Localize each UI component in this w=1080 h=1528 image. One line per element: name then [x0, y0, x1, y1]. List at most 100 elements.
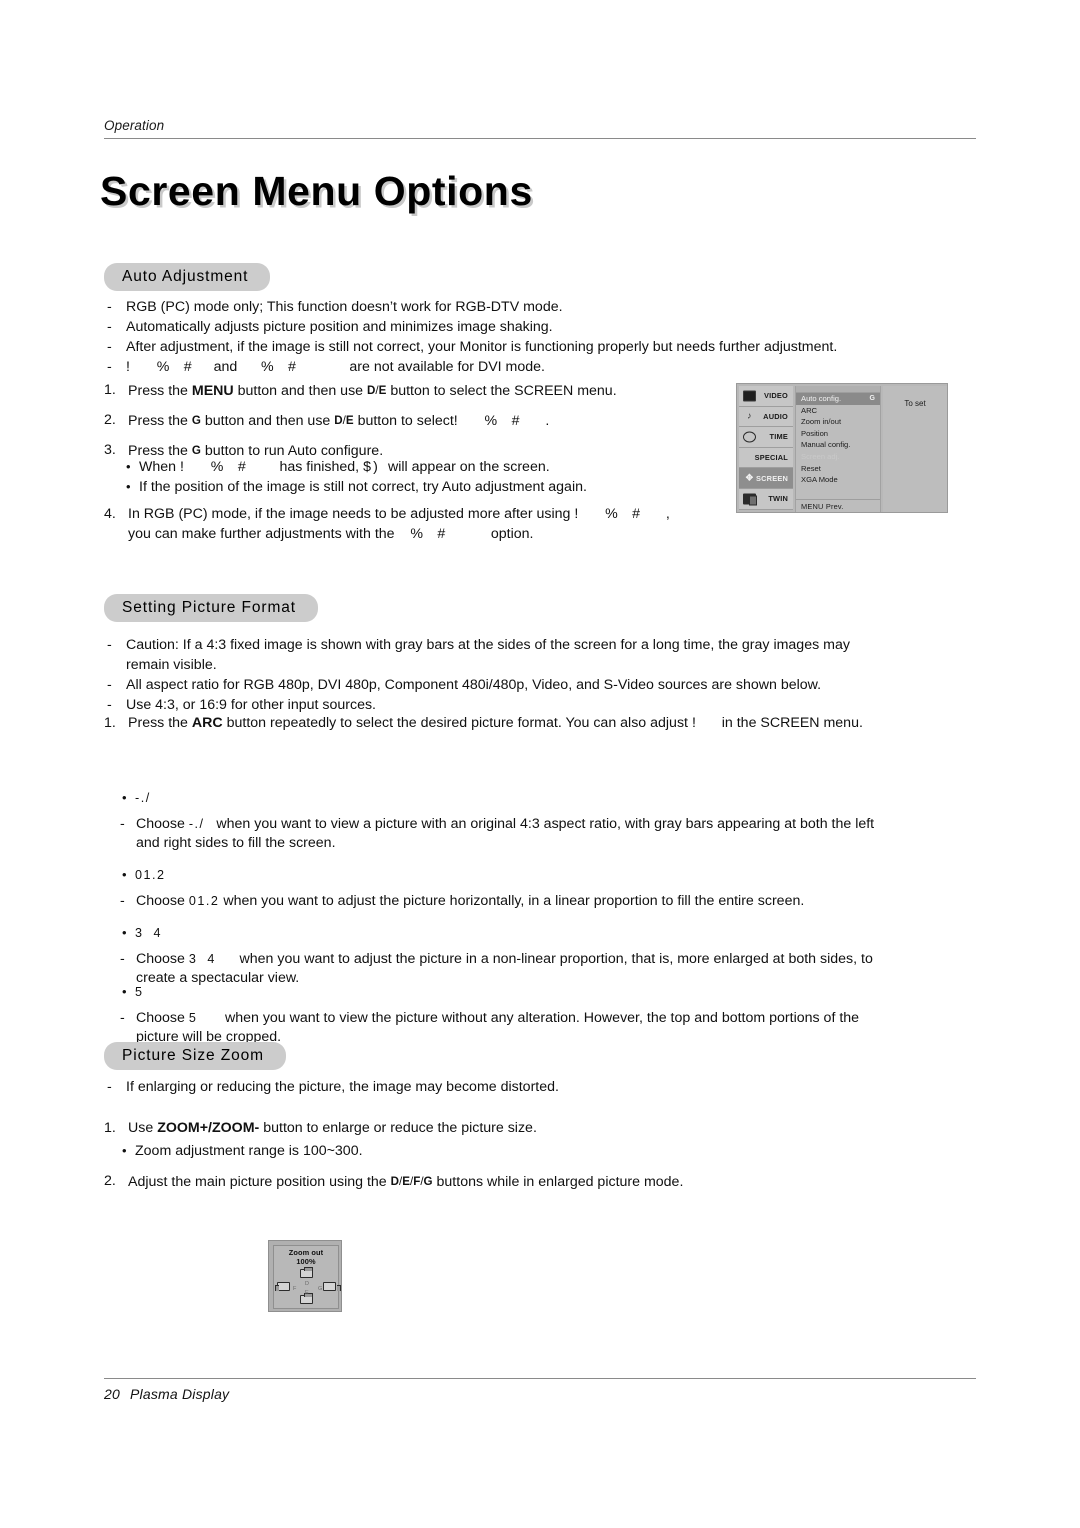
list-item: 1. Press the MENU button and then use D/…: [104, 382, 617, 399]
missing-glyph: 01.2: [188, 893, 220, 908]
dash-marker: -: [107, 339, 112, 356]
pad-glyph-g: G: [318, 1286, 323, 1292]
osd-item-label: Reset: [801, 463, 821, 473]
time-icon: [743, 431, 756, 443]
format-description: - Choose -./ when you want to view a pic…: [120, 815, 875, 852]
missing-glyph: ! % #: [574, 506, 643, 522]
picture-format-step1: 1. Press the ARC button repeatedly to se…: [104, 714, 864, 743]
osd-right-panel: To set: [883, 386, 947, 512]
missing-glyph: ! % #: [453, 413, 522, 430]
bullet-marker: •: [126, 478, 131, 494]
audio-icon: ♪: [747, 410, 752, 421]
osd-item-auto-config[interactable]: Auto config. G: [796, 393, 880, 405]
footer-label: Plasma Display: [129, 1386, 230, 1402]
arrow-key-e: E: [345, 414, 354, 428]
osd-tab-special[interactable]: SPECIAL: [739, 447, 793, 469]
section-heading-auto-adjustment: Auto Adjustment: [104, 263, 271, 292]
section-heading-setting-picture-format: Setting Picture Format: [104, 594, 318, 623]
list-item: 1. Press the ARC button repeatedly to se…: [104, 714, 864, 734]
dash-marker: -: [107, 359, 112, 376]
osd-tab-twin[interactable]: TWIN: [739, 488, 793, 510]
missing-glyph: 3 4: [188, 951, 216, 966]
picture-format-option-3: • 3 4 - Choose 3 4 when you want to adjus…: [120, 924, 880, 989]
osd-menu-list: Auto config. G ARC Zoom in/out Position …: [795, 386, 881, 512]
arrow-right-button-icon: [323, 1282, 341, 1291]
format-name: 3 4: [135, 926, 163, 940]
osd-item-zoom-in-out[interactable]: Zoom in/out: [796, 416, 880, 428]
osd-tab-screen[interactable]: ✥ SCREEN: [739, 468, 793, 489]
format-name: 01.2: [135, 868, 166, 882]
list-item: - After adjustment, if the image is still…: [104, 338, 864, 358]
running-head: Operation: [104, 118, 976, 139]
osd-item-label: Manual config.: [801, 440, 851, 450]
zoom-button-label: ZOOM+/ZOOM-: [157, 1120, 260, 1136]
list-item: - If enlarging or reducing the picture, t…: [104, 1078, 864, 1098]
picture-format-option-1: • -./ - Choose -./ when you want to view …: [120, 789, 880, 854]
section-heading-picture-size-zoom: Picture Size Zoom: [104, 1042, 286, 1071]
list-item: - RGB (PC) mode only; This function doesn…: [104, 298, 864, 318]
dash-marker: -: [107, 299, 112, 315]
auto-adjustment-step4: 4. In RGB (PC) mode, if the image needs …: [104, 505, 714, 554]
osd-tab-strip: VIDEO ♪ AUDIO TIME SPECIAL ✥ SCREEN TWIN: [739, 386, 793, 512]
list-item: -! % # and % # are not available for DVI…: [104, 358, 864, 378]
osd-item-label: Position: [801, 428, 829, 438]
osd-item-position[interactable]: Position: [796, 428, 880, 440]
osd-item-xga-mode[interactable]: XGA Mode: [796, 474, 880, 486]
osd-tab-label: SPECIAL: [754, 453, 788, 463]
missing-glyph: ! % #: [180, 459, 248, 475]
arrow-key-d: D: [334, 414, 343, 428]
osd-footer-hint: MENU Prev.: [796, 499, 880, 512]
step-number: 2.: [104, 1173, 116, 1189]
auto-adjustment-bullets: • When ! % # has finished, $) will appea…: [124, 458, 744, 497]
osd-screen-menu-graphic: VIDEO ♪ AUDIO TIME SPECIAL ✥ SCREEN TWIN: [736, 383, 948, 513]
step-number: 3.: [104, 442, 116, 459]
list-item: • When ! % # has finished, $) will appea…: [126, 459, 550, 475]
osd-tab-label: TIME: [769, 432, 788, 442]
dash-marker: -: [120, 1009, 125, 1026]
header-rule: [104, 138, 976, 139]
osd-item-label: Screen adj.: [801, 451, 840, 461]
osd-tab-audio[interactable]: ♪ AUDIO: [739, 406, 793, 428]
list-item: • If the position of the image is still …: [126, 478, 587, 495]
missing-glyph: % #: [260, 359, 299, 376]
arrow-key-e: E: [378, 384, 387, 397]
osd-tab-time[interactable]: TIME: [739, 427, 793, 448]
zoom-out-osd-graphic: Zoom out 100% D E F G: [268, 1240, 342, 1312]
bullet-marker: •: [126, 459, 131, 474]
arrow-key-g: G: [423, 1175, 433, 1188]
list-item: 4. In RGB (PC) mode, if the image needs …: [104, 506, 670, 542]
osd-item-reset[interactable]: Reset: [796, 463, 880, 475]
list-item: 2. Press the G button and then use D/E b…: [104, 412, 550, 430]
arrow-key-g: G: [191, 444, 201, 458]
arc-button-label: ARC: [191, 715, 223, 731]
osd-tab-video[interactable]: VIDEO: [739, 386, 793, 407]
list-item: 2. Adjust the main picture position usin…: [104, 1173, 684, 1190]
pad-glyph-d: D: [305, 1281, 309, 1287]
missing-glyph: !: [691, 715, 699, 731]
arrow-up-button-icon: [300, 1267, 313, 1278]
screen-icon: ✥: [745, 472, 754, 483]
picture-size-zoom-step2: 2. Adjust the main picture position usin…: [104, 1172, 864, 1202]
footer-rule: [104, 1378, 976, 1379]
picture-format-option-2: • 01.2 - Choose 01.2 when you want to adj…: [120, 866, 880, 911]
dash-marker: -: [120, 950, 125, 967]
menu-button-label: MENU: [191, 383, 234, 399]
video-icon: [743, 390, 756, 402]
arrow-key-e: E: [402, 1175, 410, 1188]
osd-item-arc[interactable]: ARC: [796, 405, 880, 417]
osd-item-manual-config[interactable]: Manual config.: [796, 439, 880, 451]
auto-adjustment-notes: - RGB (PC) mode only; This function doesn…: [104, 298, 864, 378]
dash-marker: -: [120, 815, 125, 832]
format-name: -./: [135, 791, 151, 805]
osd-tab-label: SCREEN: [755, 473, 788, 483]
pad-glyph-f: F: [293, 1286, 297, 1292]
arrow-key-g: G: [191, 414, 201, 428]
list-item: - Use 4:3, or 16:9 for other input source…: [104, 696, 864, 716]
bullet-marker: •: [122, 1142, 127, 1158]
osd-tab-label: VIDEO: [764, 391, 788, 401]
dash-marker: -: [120, 892, 125, 909]
bullet-marker: •: [122, 790, 127, 805]
step-number: 2.: [104, 412, 116, 429]
list-item: - All aspect ratio for RGB 480p, DVI 480p…: [104, 676, 864, 696]
format-description: - Choose 01.2 when you want to adjust th…: [120, 892, 880, 912]
